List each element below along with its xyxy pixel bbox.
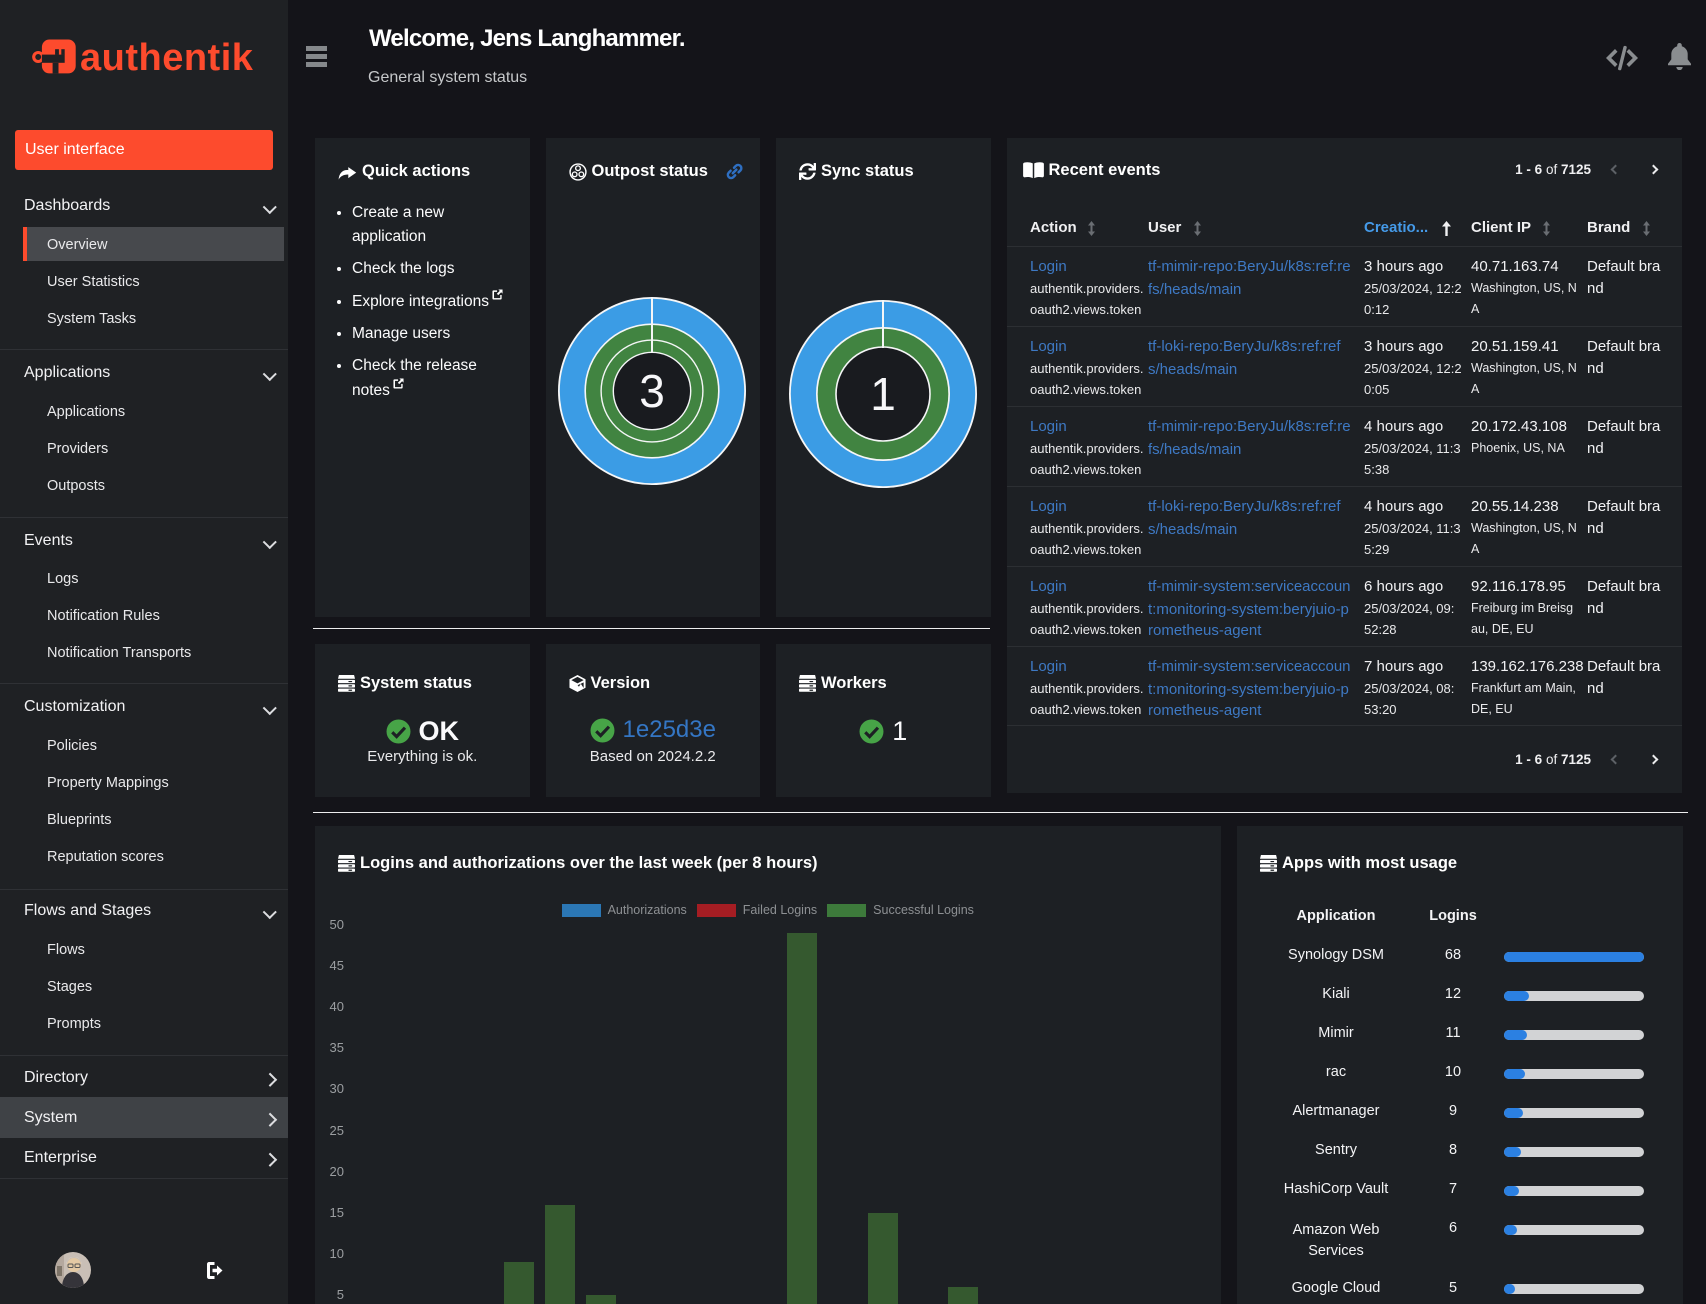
svg-text:3: 3 [639,365,665,417]
svg-text:1: 1 [870,368,896,420]
